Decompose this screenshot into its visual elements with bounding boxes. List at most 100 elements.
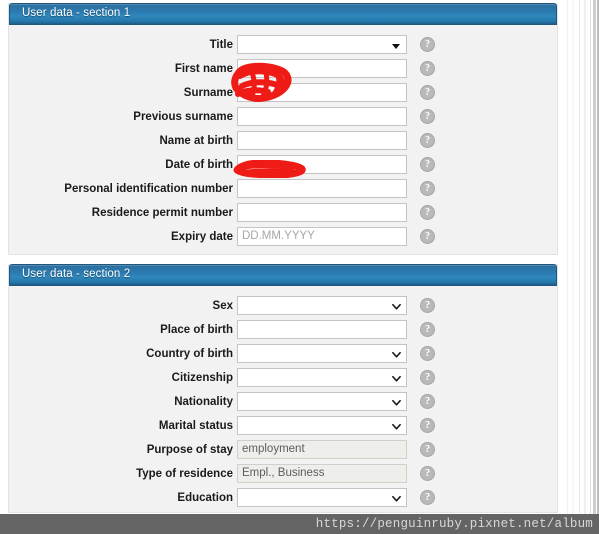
- field-value: employment: [242, 443, 305, 455]
- help-question-icon[interactable]: ?: [420, 229, 435, 244]
- field-value: Empl., Business: [242, 467, 325, 479]
- gutter-line-5: [590, 0, 591, 534]
- page-right-gutter: [563, 0, 599, 534]
- section-1-header: User data - section 1: [9, 3, 557, 25]
- field-label: First name: [174, 63, 233, 75]
- form-row: Education?: [9, 488, 557, 512]
- section-user-data-1: User data - section 1 Title? First name? S…: [8, 3, 558, 255]
- help-question-icon[interactable]: ?: [420, 298, 435, 313]
- field-label: Citizenship: [171, 372, 233, 384]
- gutter-line-1: [567, 0, 568, 534]
- form-row: Personal identification number?: [9, 179, 557, 203]
- help-question-icon[interactable]: ?: [420, 466, 435, 481]
- chevron-down-icon: [392, 303, 401, 310]
- help-question-icon[interactable]: ?: [420, 418, 435, 433]
- input-personal-identification-number[interactable]: [237, 179, 407, 198]
- input-place-of-birth[interactable]: [237, 320, 407, 339]
- select-education[interactable]: [237, 488, 407, 507]
- input-purpose-of-stay[interactable]: employment: [237, 440, 407, 459]
- form-row: Place of birth?: [9, 320, 557, 344]
- input-residence-permit-number[interactable]: [237, 203, 407, 222]
- field-label: Place of birth: [160, 324, 233, 336]
- form-row: Title?: [9, 35, 557, 59]
- select-nationality[interactable]: [237, 392, 407, 411]
- select-sex[interactable]: [237, 296, 407, 315]
- form-page-column: User data - section 1 Title? First name? S…: [0, 0, 563, 534]
- select-citizenship[interactable]: [237, 368, 407, 387]
- watermark-bar: https://penguinruby.pixnet.net/album: [0, 514, 599, 534]
- field-label: Surname: [183, 87, 233, 99]
- input-previous-surname[interactable]: [237, 107, 407, 126]
- form-row: First name?: [9, 59, 557, 83]
- field-label: Education: [177, 492, 233, 504]
- select-title[interactable]: [237, 35, 407, 54]
- input-surname[interactable]: [237, 83, 407, 102]
- field-label: Country of birth: [146, 348, 233, 360]
- field-label: Sex: [212, 300, 233, 312]
- field-label: Title: [209, 39, 233, 51]
- form-row: Sex?: [9, 296, 557, 320]
- form-row: Country of birth?: [9, 344, 557, 368]
- help-question-icon[interactable]: ?: [420, 490, 435, 505]
- screenshot-root: User data - section 1 Title? First name? S…: [0, 0, 599, 534]
- section-1-body: Title? First name? Surname? Previous surnam…: [9, 25, 557, 251]
- field-label: Purpose of stay: [146, 444, 233, 456]
- input-date-of-birth[interactable]: [237, 155, 407, 174]
- form-row: Residence permit number?: [9, 203, 557, 227]
- field-label: Residence permit number: [91, 207, 233, 219]
- gutter-line-3: [579, 0, 580, 534]
- section-2-title: User data - section 2: [22, 268, 131, 280]
- form-row: Marital status?: [9, 416, 557, 440]
- gutter-line-2: [572, 0, 574, 534]
- field-label: Name at birth: [159, 135, 234, 147]
- scrollbar-track[interactable]: [593, 0, 596, 534]
- chevron-down-icon: [392, 495, 401, 502]
- field-label: Previous surname: [133, 111, 233, 123]
- input-name-at-birth[interactable]: [237, 131, 407, 150]
- field-label: Date of birth: [165, 159, 233, 171]
- form-row: Citizenship?: [9, 368, 557, 392]
- field-label: Type of residence: [136, 468, 233, 480]
- section-2-body: Sex? Place of birth? Country of birth? Citi…: [9, 286, 557, 512]
- watermark-url: https://penguinruby.pixnet.net/album: [315, 517, 593, 531]
- field-placeholder: DD.MM.YYYY: [242, 230, 315, 242]
- field-label: Expiry date: [171, 231, 233, 243]
- help-question-icon[interactable]: ?: [420, 181, 435, 196]
- help-question-icon[interactable]: ?: [420, 133, 435, 148]
- chevron-down-icon: [392, 44, 400, 49]
- help-question-icon[interactable]: ?: [420, 442, 435, 457]
- input-type-of-residence[interactable]: Empl., Business: [237, 464, 407, 483]
- chevron-down-icon: [392, 375, 401, 382]
- form-row: Previous surname?: [9, 107, 557, 131]
- help-question-icon[interactable]: ?: [420, 346, 435, 361]
- section-user-data-2: User data - section 2 Sex? Place of birth…: [8, 264, 558, 513]
- gutter-line-4: [584, 0, 586, 534]
- help-question-icon[interactable]: ?: [420, 205, 435, 220]
- input-first-name[interactable]: [237, 59, 407, 78]
- field-label: Personal identification number: [64, 183, 233, 195]
- help-question-icon[interactable]: ?: [420, 157, 435, 172]
- field-label: Nationality: [174, 396, 233, 408]
- form-row: Name at birth?: [9, 131, 557, 155]
- input-expiry-date[interactable]: DD.MM.YYYY: [237, 227, 407, 246]
- form-row: Surname?: [9, 83, 557, 107]
- chevron-down-icon: [392, 351, 401, 358]
- help-question-icon[interactable]: ?: [420, 61, 435, 76]
- help-question-icon[interactable]: ?: [420, 37, 435, 52]
- select-marital-status[interactable]: [237, 416, 407, 435]
- help-question-icon[interactable]: ?: [420, 370, 435, 385]
- section-2-header: User data - section 2: [9, 264, 557, 286]
- field-label: Marital status: [158, 420, 233, 432]
- chevron-down-icon: [392, 423, 401, 430]
- help-question-icon[interactable]: ?: [420, 394, 435, 409]
- form-row: Date of birth?: [9, 155, 557, 179]
- help-question-icon[interactable]: ?: [420, 322, 435, 337]
- form-row: Nationality?: [9, 392, 557, 416]
- section-1-title: User data - section 1: [22, 7, 131, 19]
- help-question-icon[interactable]: ?: [420, 109, 435, 124]
- form-row: Expiry date DD.MM.YYYY?: [9, 227, 557, 251]
- form-row: Purpose of stay employment?: [9, 440, 557, 464]
- select-country-of-birth[interactable]: [237, 344, 407, 363]
- chevron-down-icon: [392, 399, 401, 406]
- help-question-icon[interactable]: ?: [420, 85, 435, 100]
